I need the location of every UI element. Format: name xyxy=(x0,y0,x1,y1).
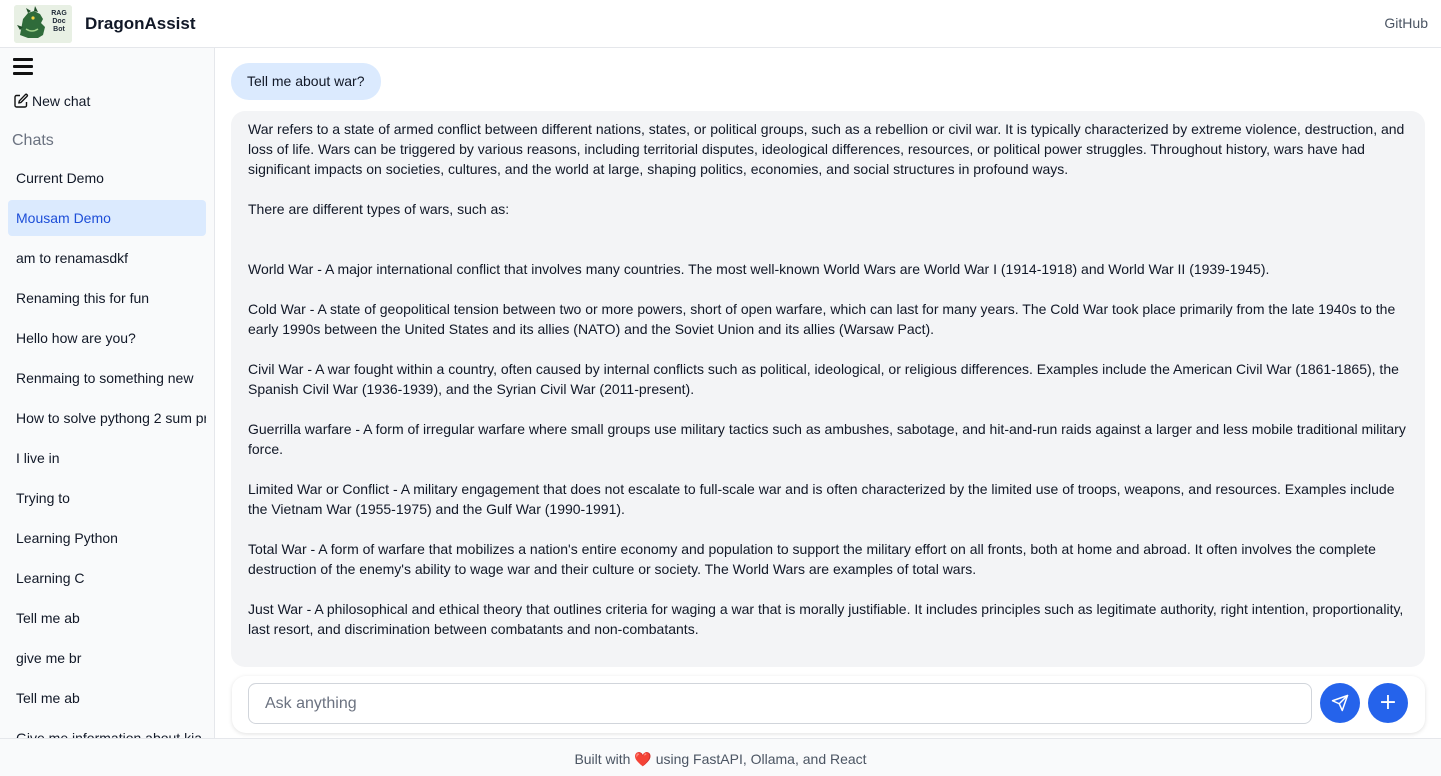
chat-list-item[interactable]: Renaming this for fun xyxy=(8,280,206,316)
chats-heading: Chats xyxy=(12,132,54,149)
top-header: RAG Doc Bot DragonAssist GitHub xyxy=(0,0,1441,48)
app-logo: RAG Doc Bot xyxy=(14,5,72,43)
chat-list-item[interactable]: give me br xyxy=(8,640,206,676)
hamburger-menu-icon[interactable] xyxy=(13,58,33,76)
war-type-item: Limited War or Conflict - A military eng… xyxy=(248,481,1395,517)
assistant-message: War refers to a state of armed conflict … xyxy=(231,111,1425,667)
chat-list-item[interactable]: Tell me ab xyxy=(8,600,206,636)
assistant-types-heading: There are different types of wars, such … xyxy=(248,201,510,217)
chat-list-item[interactable]: Current Demo xyxy=(8,160,206,196)
chat-list-item[interactable]: Hello how are you? xyxy=(8,320,206,356)
war-type-item: Civil War - A war fought within a countr… xyxy=(248,361,1399,397)
footer: Built with ❤️ using FastAPI, Ollama, and… xyxy=(0,738,1441,776)
chat-list-item[interactable]: Renmaing to something new xyxy=(8,360,206,396)
war-type-item: Just War - A philosophical and ethical t… xyxy=(248,601,1404,637)
ask-input[interactable] xyxy=(248,683,1312,724)
chat-list-item[interactable]: Mousam Demo xyxy=(8,200,206,236)
chat-list-item[interactable]: Trying to xyxy=(8,480,206,516)
chat-list-item[interactable]: Give me information about kia xyxy=(8,720,206,738)
chat-list-item[interactable]: Tell me ab xyxy=(8,680,206,716)
footer-prefix: Built with xyxy=(574,751,631,767)
chat-list-item[interactable]: How to solve pythong 2 sum problem xyxy=(8,400,206,436)
chat-list-item[interactable]: Learning Python xyxy=(8,520,206,556)
war-type-item: World War - A major international confli… xyxy=(248,261,1270,277)
composer: + xyxy=(232,676,1425,733)
brand-title: DragonAssist xyxy=(85,14,196,33)
new-chat-button[interactable]: New chat xyxy=(13,93,90,109)
send-icon xyxy=(1331,694,1349,712)
user-message: Tell me about war? xyxy=(231,63,381,100)
add-attachment-button[interactable]: + xyxy=(1368,683,1408,723)
heart-icon: ❤️ xyxy=(634,752,652,768)
sidebar: New chat Chats Current Demo Mousam Demo am… xyxy=(0,48,215,738)
send-button[interactable] xyxy=(1320,683,1360,723)
edit-icon xyxy=(14,93,29,108)
chat-list-item[interactable]: am to renamasdkf xyxy=(8,240,206,276)
chat-list-item[interactable]: Learning C xyxy=(8,560,206,596)
war-type-item: Total War - A form of warfare that mobil… xyxy=(248,541,1376,577)
chat-list: Current Demo Mousam Demo am to renamasdkf R… xyxy=(8,160,206,738)
github-link[interactable]: GitHub xyxy=(1384,15,1428,31)
war-types-list: World War - A major international confli… xyxy=(248,259,1408,639)
war-type-item: Cold War - A state of geopolitical tensi… xyxy=(248,301,1396,337)
assistant-intro: War refers to a state of armed conflict … xyxy=(248,121,1405,177)
chat-main: Tell me about war? War refers to a state… xyxy=(216,48,1441,738)
new-chat-label: New chat xyxy=(32,93,91,109)
chat-list-item[interactable]: I live in xyxy=(8,440,206,476)
footer-suffix: using FastAPI, Ollama, and React xyxy=(655,751,867,767)
logo-text: RAG Doc Bot xyxy=(51,10,67,33)
war-type-item: Guerrilla warfare - A form of irregular … xyxy=(248,421,1406,457)
